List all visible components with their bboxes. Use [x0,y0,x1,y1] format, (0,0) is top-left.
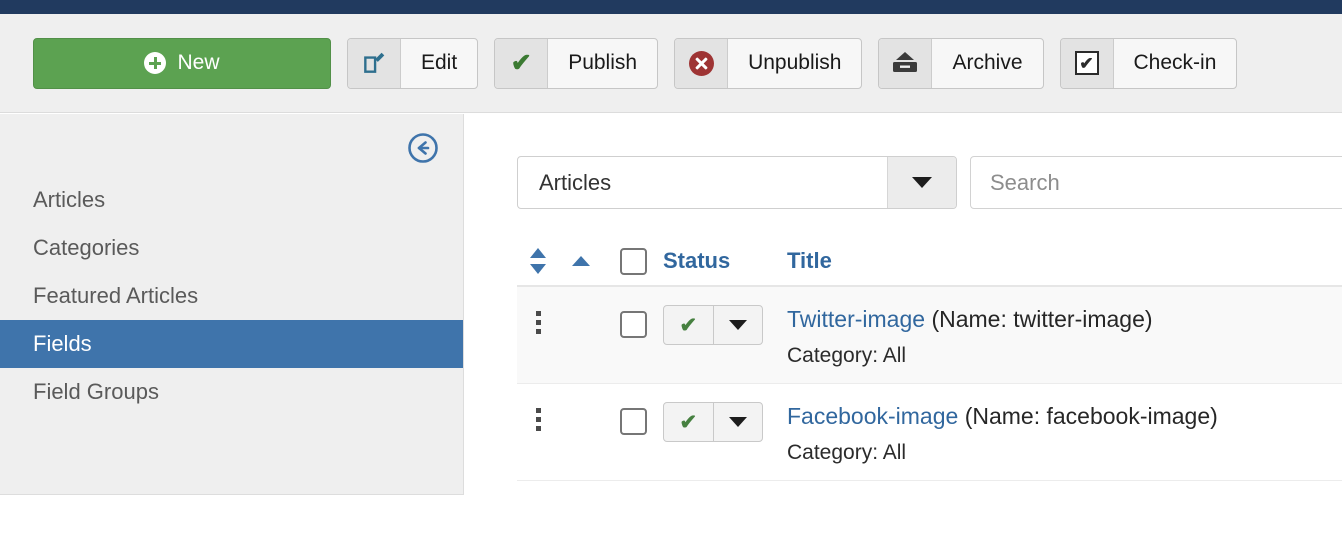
chevron-down-icon[interactable] [714,306,763,344]
table-header-row: Status Title [517,237,1342,287]
chevron-down-icon[interactable] [887,157,956,208]
checkin-button[interactable]: ✔ Check-in [1059,37,1238,89]
status-published-button[interactable]: ✔ [663,305,763,345]
filter-bar: Articles [517,156,1342,209]
publish-button-label: Publish [568,51,638,74]
sidebar-item-label: Field Groups [33,379,159,404]
drag-handle-icon[interactable] [517,299,559,338]
select-all-checkbox[interactable] [603,247,663,275]
sort-updown-icon[interactable] [517,248,559,274]
sidebar-item-articles[interactable]: Articles [0,176,463,224]
publish-button[interactable]: ✔ Publish [494,37,659,89]
archive-button-label: Archive [952,51,1023,74]
archive-box-icon [879,38,933,88]
checkin-button-label: Check-in [1133,51,1217,74]
check-icon: ✔ [664,403,714,441]
column-header-status[interactable]: Status [663,248,787,274]
archive-button[interactable]: Archive [878,37,1044,89]
column-header-title[interactable]: Title [787,248,832,274]
context-select[interactable]: Articles [517,156,957,209]
edit-button[interactable]: Edit [347,37,479,89]
sidebar-item-label: Articles [33,187,106,212]
new-button-label: New [177,51,220,74]
top-navy-bar [0,0,1342,14]
x-circle-icon [675,38,729,88]
field-name-text: (Name: facebook-image) [964,403,1218,429]
chevron-down-icon[interactable] [714,403,763,441]
check-icon: ✔ [664,306,714,344]
check-icon: ✔ [495,38,549,88]
sidebar-item-fields[interactable]: Fields [0,320,463,368]
checkbox-checked-icon: ✔ [1060,38,1114,88]
unpublish-button[interactable]: Unpublish [674,37,863,89]
search-field[interactable] [970,156,1342,209]
sidebar-menu: Articles Categories Featured Articles Fi… [0,176,463,416]
sidebar-item-field-groups[interactable]: Field Groups [0,368,463,416]
status-cell: ✔ [663,396,787,442]
status-published-button[interactable]: ✔ [663,402,763,442]
circle-arrow-left-icon[interactable] [407,132,439,164]
new-button[interactable]: New [33,37,331,89]
sidebar-item-featured-articles[interactable]: Featured Articles [0,272,463,320]
admin-toolbar: New Edit ✔ Publish Unpublish Archive ✔ C… [0,14,1342,113]
search-input[interactable] [988,168,1342,197]
field-category-text: Category: All [787,440,907,464]
plus-circle-icon [144,52,167,74]
sidebar-item-categories[interactable]: Categories [0,224,463,272]
drag-handle-icon[interactable] [517,396,559,435]
unpublish-button-label: Unpublish [748,51,842,74]
row-checkbox[interactable] [603,299,663,338]
sidebar-item-label: Categories [33,235,140,260]
field-category-text: Category: All [787,343,907,367]
sidebar-item-label: Fields [33,331,92,356]
row-checkbox[interactable] [603,396,663,435]
table-row: ✔ Facebook-image (Name: facebook-image) … [517,384,1342,481]
status-cell: ✔ [663,299,787,345]
title-cell: Twitter-image (Name: twitter-image) Cate… [787,299,1153,368]
context-select-value: Articles [539,169,612,195]
edit-button-label: Edit [421,51,458,74]
title-cell: Facebook-image (Name: facebook-image) Ca… [787,396,1218,465]
pencil-square-icon [348,38,401,88]
field-title-link[interactable]: Twitter-image [787,306,925,332]
sort-ascending-icon[interactable] [559,256,603,266]
field-title-link[interactable]: Facebook-image [787,403,958,429]
field-name-text: (Name: twitter-image) [931,306,1153,332]
main-content: Articles Status T [464,114,1342,544]
table-row: ✔ Twitter-image (Name: twitter-image) Ca… [517,287,1342,384]
joomla-fields-manager: New Edit ✔ Publish Unpublish Archive ✔ C… [0,0,1342,544]
sidebar-item-label: Featured Articles [33,283,199,308]
fields-table: Status Title ✔ Twitter-image (Name: twit… [517,237,1342,481]
sidebar: Articles Categories Featured Articles Fi… [0,114,464,495]
